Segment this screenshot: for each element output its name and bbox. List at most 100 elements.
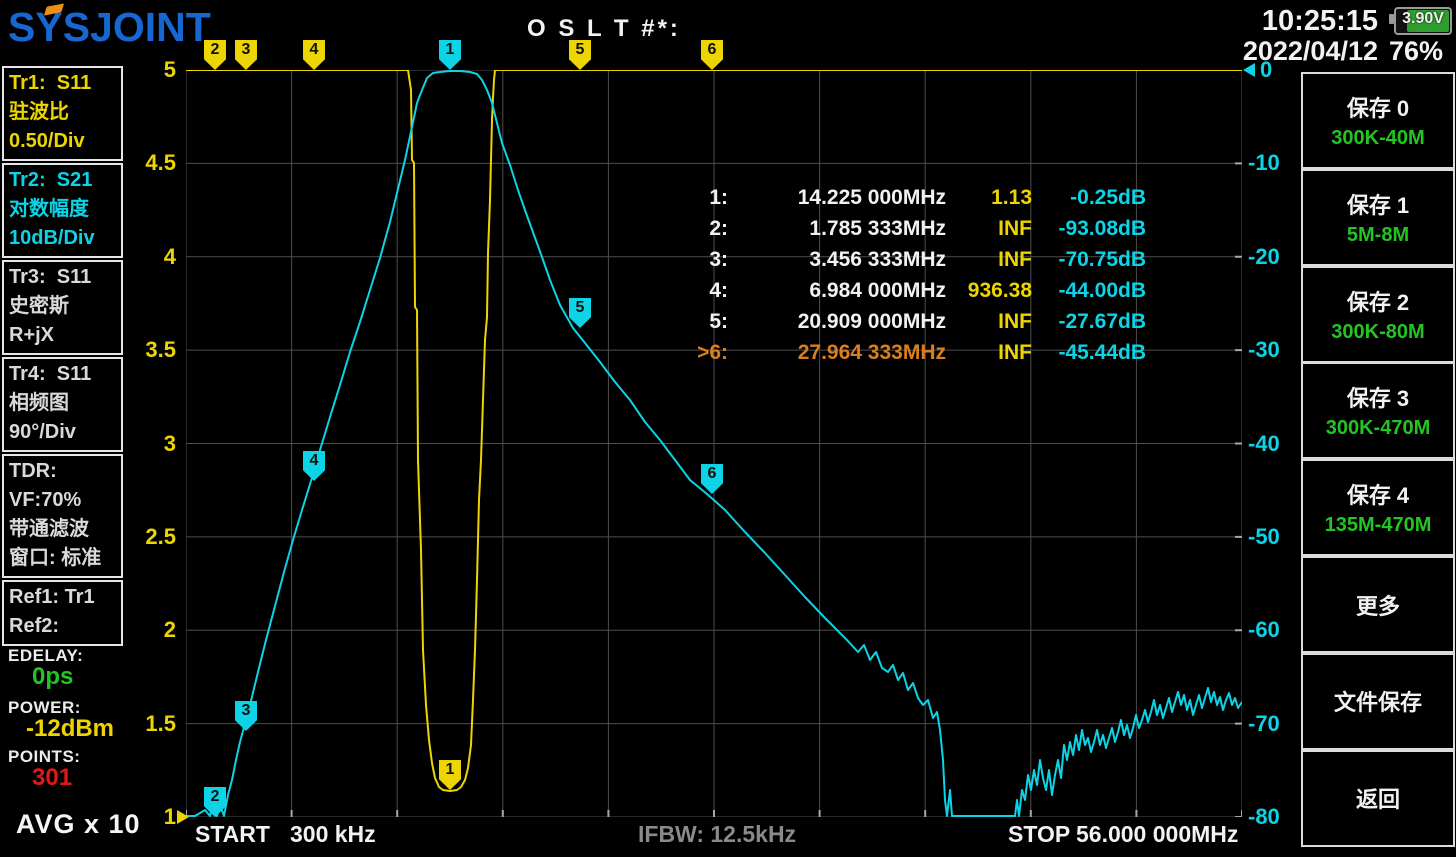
marker-freq-cell: 1.785 333MHz <box>728 217 946 248</box>
menu-button-save2[interactable]: 保存 2 300K-80M <box>1301 266 1455 363</box>
trace-box-ref[interactable]: Ref1: Tr1Ref2: <box>2 580 123 646</box>
swr-axis-tick-label: 5 <box>124 57 176 83</box>
marker-db-cell: -93.08dB <box>1032 217 1146 248</box>
swr-axis-tick-label: 4.5 <box>124 150 176 176</box>
tr1-reference-marker-icon <box>177 810 189 824</box>
averaging-indicator: AVG x 10 <box>16 809 141 840</box>
marker-db-cell: -44.00dB <box>1032 279 1146 310</box>
grid-lines <box>186 70 1242 817</box>
tr2-reference-marker-icon <box>1243 63 1255 77</box>
marker-table-row: 5:20.909 000MHzINF-27.67dB <box>640 310 1146 341</box>
menu-button-label: 保存 4 <box>1347 478 1409 510</box>
menu-button-file-save[interactable]: 文件保存 <box>1301 653 1455 750</box>
menu-button-save1[interactable]: 保存 15M-8M <box>1301 169 1455 266</box>
marker-table-row: 4:6.984 000MHz936.38-44.00dB <box>640 279 1146 310</box>
trace-box-tr3[interactable]: Tr3: S11史密斯R+jX <box>2 260 123 355</box>
start-value: 300 kHz <box>290 821 376 848</box>
menu-button-label: 保存 3 <box>1347 381 1409 413</box>
battery-percent: 76% <box>1386 36 1446 67</box>
marker-db-cell: -45.44dB <box>1032 341 1146 372</box>
db-axis-tick-label: -60 <box>1248 617 1308 643</box>
trace-settings-panel: Tr1: S11驻波比0.50/DivTr2: S21对数幅度10dB/DivT… <box>2 66 123 648</box>
swr-axis-tick-label: 2 <box>124 617 176 643</box>
marker-num-cell: 5: <box>640 310 728 341</box>
trace-box-line: 史密斯 <box>9 292 116 321</box>
menu-button-more[interactable]: 更多 <box>1301 556 1455 653</box>
battery-icon: 3.90V <box>1394 7 1452 35</box>
trace-box-line: 10dB/Div <box>9 224 116 253</box>
marker-val-cell: INF <box>946 217 1032 248</box>
marker-freq-cell: 14.225 000MHz <box>728 186 946 217</box>
marker-num-cell: 2: <box>640 217 728 248</box>
trace-box-line: 相频图 <box>9 389 116 418</box>
swr-axis-tick-label: 4 <box>124 244 176 270</box>
trace-box-line: Tr3: S11 <box>9 263 116 292</box>
marker-val-cell: INF <box>946 341 1032 372</box>
marker-pin-1-top[interactable]: 1 <box>439 40 461 70</box>
marker-val-cell: INF <box>946 248 1032 279</box>
marker-pin-6-top[interactable]: 6 <box>701 40 723 70</box>
marker-table-row: >6:27.964 333MHzINF-45.44dB <box>640 341 1146 372</box>
menu-button-save4[interactable]: 保存 4135M-470M <box>1301 459 1455 556</box>
brand-logo: SYSJOINT <box>8 4 211 51</box>
ifbw-indicator: IFBW: 12.5kHz <box>638 821 796 848</box>
sweep-plot <box>186 70 1242 817</box>
marker-db-cell: -0.25dB <box>1032 186 1146 217</box>
db-axis-tick-label: -50 <box>1248 524 1308 550</box>
trace-box-line: 驻波比 <box>9 98 116 127</box>
trace-box-line: 0.50/Div <box>9 127 116 156</box>
marker-val-cell: INF <box>946 310 1032 341</box>
points-value: 301 <box>32 764 72 792</box>
db-axis-tick-label: -80 <box>1248 804 1308 830</box>
clock-time: 10:25:15 <box>1220 5 1378 38</box>
marker-num-cell: 3: <box>640 248 728 279</box>
marker-table-row: 2:1.785 333MHzINF-93.08dB <box>640 217 1146 248</box>
menu-button-save0[interactable]: 保存 0 300K-40M <box>1301 72 1455 169</box>
menu-button-label: 更多 <box>1356 589 1400 621</box>
trace-box-line: Ref1: Tr1 <box>9 583 116 612</box>
marker-val-cell: 1.13 <box>946 186 1032 217</box>
swr-axis-tick-label: 1 <box>124 804 176 830</box>
menu-button-label: 文件保存 <box>1334 685 1422 717</box>
menu-button-range: 5M-8M <box>1347 224 1409 247</box>
trace-box-tr2[interactable]: Tr2: S21对数幅度10dB/Div <box>2 163 123 258</box>
trace-box-line: 窗口: 标准 <box>9 544 116 573</box>
marker-table-row: 3:3.456 333MHzINF-70.75dB <box>640 248 1146 279</box>
start-label: START <box>195 821 270 848</box>
marker-num-cell: 4: <box>640 279 728 310</box>
power-value: -12dBm <box>26 715 114 743</box>
marker-pin-3-top[interactable]: 3 <box>235 40 257 70</box>
trace-box-line: 90°/Div <box>9 418 116 447</box>
menu-button-label: 保存 2 <box>1347 285 1409 317</box>
marker-pin-4-top[interactable]: 4 <box>303 40 325 70</box>
marker-table-row: 1:14.225 000MHz1.13-0.25dB <box>640 186 1146 217</box>
marker-freq-cell: 27.964 333MHz <box>728 341 946 372</box>
trace-box-tr1[interactable]: Tr1: S11驻波比0.50/Div <box>2 66 123 161</box>
menu-button-label: 保存 0 <box>1347 91 1409 123</box>
marker-pin-5-top[interactable]: 5 <box>569 40 591 70</box>
trace-box-line: R+jX <box>9 321 116 350</box>
menu-button-back[interactable]: 返回 <box>1301 750 1455 847</box>
menu-button-range: 300K-80M <box>1331 321 1424 344</box>
stop-label: STOP <box>1008 821 1070 848</box>
trace-box-line: Ref2: <box>9 612 116 641</box>
db-axis-tick-label: -10 <box>1248 150 1308 176</box>
trace-box-tr4[interactable]: Tr4: S11相频图90°/Div <box>2 357 123 452</box>
battery-terminal-icon <box>1389 14 1394 24</box>
marker-freq-cell: 20.909 000MHz <box>728 310 946 341</box>
marker-num-cell: 1: <box>640 186 728 217</box>
swr-axis-tick-label: 3.5 <box>124 337 176 363</box>
trace-box-tdr[interactable]: TDR:VF:70%带通滤波窗口: 标准 <box>2 454 123 578</box>
brand-logo-text: SYSJOINT <box>8 4 211 50</box>
calibration-status: O S L T #*: <box>527 15 681 43</box>
trace-box-line: Tr2: S21 <box>9 166 116 195</box>
db-axis-tick-label: -70 <box>1248 711 1308 737</box>
marker-readout-table: 1:14.225 000MHz1.13-0.25dB2:1.785 333MHz… <box>640 186 1146 372</box>
stop-value: 56.000 000MHz <box>1076 821 1238 848</box>
marker-pin-2-top[interactable]: 2 <box>204 40 226 70</box>
marker-num-cell: >6: <box>640 341 728 372</box>
trace-box-line: TDR: <box>9 457 116 486</box>
trace-box-line: VF:70% <box>9 486 116 515</box>
menu-button-save3[interactable]: 保存 3300K-470M <box>1301 362 1455 459</box>
menu-button-range: 300K-40M <box>1331 127 1424 150</box>
